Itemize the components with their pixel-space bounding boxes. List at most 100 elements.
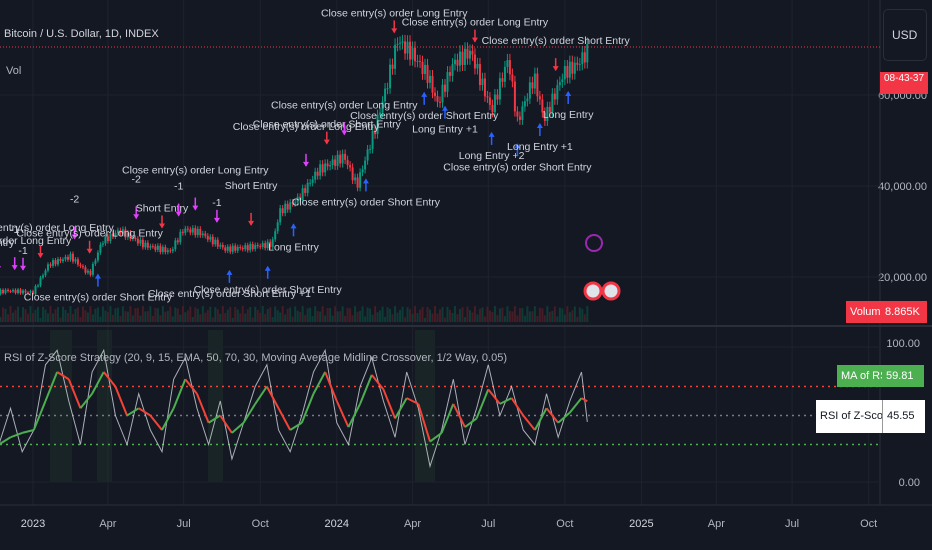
ma-of-rsi-segment bbox=[581, 397, 588, 403]
candle-body bbox=[239, 246, 242, 248]
volume-bar bbox=[306, 308, 309, 322]
chart-canvas[interactable]: 2023 Apr Jul Oct 2024 Apr Jul Oct 2025 Apr Jul Oct 2… bbox=[0, 0, 932, 550]
volume-bar bbox=[111, 314, 114, 322]
x-tick-label: Apr bbox=[404, 518, 421, 530]
candle-body bbox=[321, 164, 324, 173]
candle-body bbox=[219, 244, 222, 247]
volume-bar bbox=[206, 310, 209, 322]
y-tick-label: 20,000.00 bbox=[878, 272, 927, 284]
ma-of-rsi-segment bbox=[545, 407, 559, 424]
candle-body bbox=[251, 244, 254, 250]
trade-marker-label: Long Entry +1 bbox=[507, 141, 573, 153]
us-flag-event-icon bbox=[601, 281, 621, 301]
volume-bar bbox=[196, 308, 199, 322]
volume-bar bbox=[506, 306, 509, 322]
candle-body bbox=[536, 73, 539, 97]
volume-bar bbox=[314, 306, 317, 322]
candle-body bbox=[176, 240, 179, 243]
candle-body bbox=[234, 245, 237, 251]
volume-bar bbox=[161, 306, 164, 322]
volume-bar bbox=[531, 311, 534, 322]
ma-of-rsi-segment bbox=[196, 393, 210, 424]
volume-bar bbox=[546, 306, 549, 322]
volume-bar bbox=[336, 311, 339, 322]
volume-bar bbox=[116, 307, 119, 322]
volume-bar bbox=[19, 317, 22, 322]
ma-of-rsi-segment bbox=[0, 436, 12, 445]
volume-bar bbox=[476, 314, 479, 322]
volume-bar bbox=[578, 307, 581, 322]
volume-bar bbox=[9, 306, 12, 322]
candle-body bbox=[521, 106, 524, 120]
volume-bar bbox=[74, 309, 77, 322]
ma-of-rsi-segment bbox=[335, 400, 350, 428]
volume-bar bbox=[226, 309, 229, 322]
candle-body bbox=[438, 101, 441, 103]
candle-body bbox=[196, 228, 199, 235]
volume-bar bbox=[553, 306, 556, 322]
volume-bar bbox=[296, 310, 299, 322]
candle-body bbox=[19, 289, 22, 294]
candle-body bbox=[306, 182, 309, 193]
candle-body bbox=[66, 256, 69, 260]
volume-bar bbox=[64, 309, 67, 322]
candle-body bbox=[329, 165, 332, 167]
candle-body bbox=[56, 259, 59, 265]
volume-bar bbox=[483, 316, 486, 322]
volume-bar bbox=[311, 316, 314, 322]
ma-of-rsi-segment bbox=[475, 389, 490, 419]
x-tick-label: Jul bbox=[177, 518, 191, 530]
indicator-title[interactable]: RSI of Z-Score Strategy (20, 9, 15, EMA,… bbox=[4, 352, 507, 364]
ma-of-rsi-segment bbox=[126, 407, 140, 417]
candle-body bbox=[284, 203, 287, 214]
ma-of-rsi-segment bbox=[569, 397, 583, 414]
candle-body bbox=[341, 153, 344, 164]
volume-bar bbox=[224, 313, 227, 322]
volume-bar bbox=[434, 306, 437, 322]
volume-bar bbox=[289, 307, 292, 322]
volume-bar bbox=[291, 316, 294, 322]
x-tick-label: 2023 bbox=[21, 518, 45, 530]
candle-body bbox=[481, 78, 484, 86]
candle-body bbox=[391, 64, 394, 69]
candle-body bbox=[478, 63, 481, 86]
volume-bar bbox=[401, 306, 404, 322]
candle-body bbox=[396, 43, 399, 45]
candle-body bbox=[206, 235, 209, 240]
volume-bar bbox=[27, 313, 30, 322]
volume-bar bbox=[381, 306, 384, 322]
volume-bar bbox=[109, 306, 112, 322]
candle-body bbox=[12, 289, 15, 292]
trade-marker-label: -1 bbox=[18, 245, 27, 257]
candle-body bbox=[406, 41, 409, 54]
currency-button[interactable]: USD bbox=[883, 9, 927, 61]
candle-body bbox=[189, 229, 192, 233]
volume-bar bbox=[146, 311, 149, 322]
candle-body bbox=[91, 263, 94, 275]
trade-marker-label: -1 bbox=[174, 181, 183, 193]
volume-bar bbox=[481, 307, 484, 322]
volume-bar bbox=[538, 307, 541, 322]
volume-bar bbox=[136, 307, 139, 322]
volume-bar bbox=[34, 309, 37, 322]
candle-body bbox=[426, 64, 429, 83]
volume-bar bbox=[438, 309, 441, 322]
volume-bar bbox=[0, 316, 2, 322]
candle-body bbox=[216, 239, 219, 247]
candle-body bbox=[503, 66, 506, 82]
candle-body bbox=[259, 246, 262, 248]
volume-bar bbox=[131, 315, 134, 322]
candle-body bbox=[361, 169, 364, 173]
volume-bar bbox=[523, 315, 526, 322]
volume-bar bbox=[501, 307, 504, 322]
volume-bar bbox=[349, 308, 352, 322]
volume-bar bbox=[448, 309, 451, 322]
trade-marker-label: Short Entry bbox=[225, 180, 278, 192]
volume-bar bbox=[294, 306, 297, 322]
volume-bar bbox=[526, 306, 529, 322]
ma-of-rsi-segment bbox=[324, 371, 338, 402]
volume-bar bbox=[541, 308, 544, 322]
candle-body bbox=[236, 246, 239, 251]
volume-bar bbox=[411, 313, 414, 322]
candle-body bbox=[463, 48, 466, 65]
